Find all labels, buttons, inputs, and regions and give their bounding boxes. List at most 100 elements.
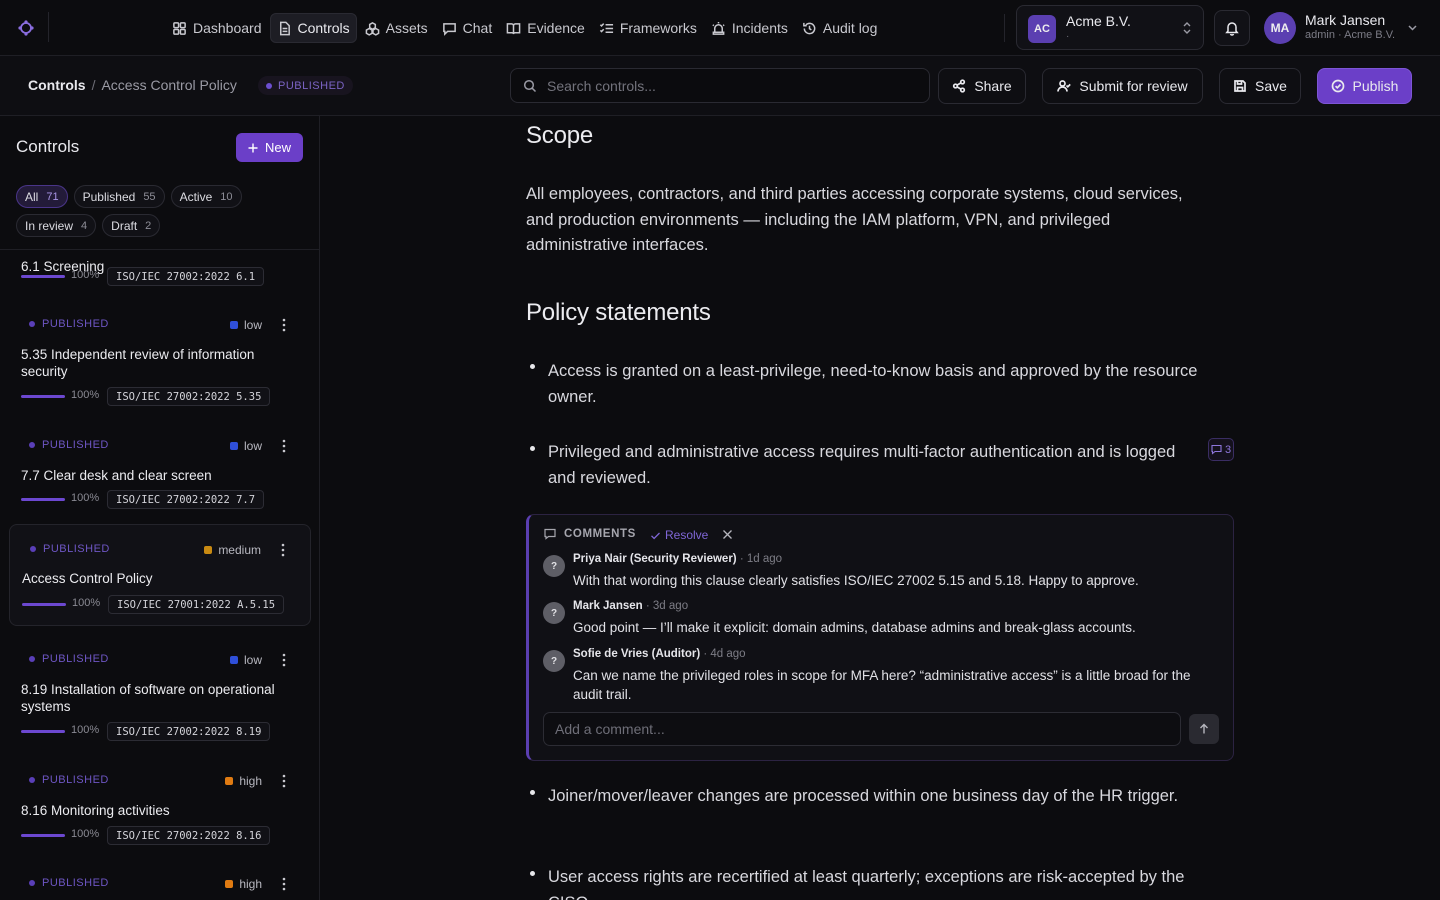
submit-for-review-button[interactable]: Submit for review (1042, 68, 1203, 104)
filter-all[interactable]: All 71 (16, 185, 68, 208)
status-label: PUBLISHED (42, 653, 109, 665)
status-dot (29, 880, 35, 886)
list-item[interactable]: PUBLISHED high (9, 860, 311, 900)
check-icon (651, 532, 660, 539)
scope-paragraph[interactable]: All employees, contractors, and third pa… (526, 182, 1206, 259)
control-title: 5.35 Independent review of information s… (21, 347, 255, 379)
document-toolbar: Controls / Access Control Policy PUBLISH… (0, 56, 1440, 116)
publish-button[interactable]: Publish (1317, 68, 1412, 104)
policy-statement[interactable]: User access rights are recertified at le… (548, 865, 1198, 900)
user-name: Mark Jansen (1305, 12, 1386, 28)
share-button[interactable]: Share (938, 68, 1026, 104)
filter-published[interactable]: Published 55 (73, 185, 165, 208)
filter-label: Draft (111, 218, 138, 233)
boxes-icon (365, 21, 379, 36)
close-icon[interactable] (722, 529, 733, 540)
send-comment-button[interactable] (1189, 714, 1219, 744)
book-icon (506, 22, 521, 34)
nav-item-incidents[interactable]: Incidents (705, 13, 794, 43)
comments-header: COMMENTS (544, 528, 636, 540)
organization-switcher[interactable]: AC Acme B.V. · (1016, 5, 1204, 50)
progress-percent: 100% (71, 492, 100, 504)
publish-label: Publish (1352, 78, 1399, 94)
resolve-label: Resolve (665, 528, 709, 542)
more-vertical-icon[interactable] (279, 318, 289, 332)
list-item[interactable]: PUBLISHED high 8.16 Monitoring activitie… (9, 757, 311, 849)
nav-item-chat[interactable]: Chat (436, 13, 499, 43)
nav-item-evidence[interactable]: Evidence (500, 13, 591, 43)
more-vertical-icon[interactable] (279, 774, 289, 788)
share-label: Share (974, 78, 1012, 94)
history-icon (803, 22, 816, 34)
notifications-button[interactable] (1214, 10, 1250, 46)
comment-count-badge[interactable]: 3 (1208, 438, 1234, 461)
severity-square (229, 656, 238, 664)
document-icon (279, 21, 290, 35)
add-comment-input[interactable] (543, 712, 1181, 746)
comment-icon (544, 528, 556, 540)
nav-item-audit-log[interactable]: Audit log (796, 13, 883, 43)
sidebar-title: Controls (16, 137, 80, 156)
dashboard-icon (173, 21, 186, 35)
filter-label: In review (25, 218, 74, 233)
status-dot (29, 656, 35, 662)
siren-icon (712, 21, 725, 35)
user-avatar[interactable]: MA (1264, 12, 1296, 44)
status-badge: PUBLISHED (29, 439, 109, 451)
list-item[interactable]: PUBLISHED low 7.7 Clear desk and clear s… (9, 422, 311, 514)
comment-count: 3 (1224, 443, 1232, 456)
more-vertical-icon[interactable] (279, 653, 289, 667)
comments-heading: COMMENTS (564, 528, 636, 540)
framework-reference: ISO/IEC 27001:2022 A.5.15 (108, 595, 285, 614)
save-button[interactable]: Save (1219, 68, 1301, 104)
filter-active[interactable]: Active 10 (170, 185, 242, 208)
nav-item-frameworks[interactable]: Frameworks (593, 13, 703, 43)
policy-statement[interactable]: Access is granted on a least-privilege, … (548, 359, 1198, 410)
plus-icon (248, 143, 258, 152)
severity-label: high (239, 877, 262, 891)
progress-bar (21, 834, 65, 837)
more-vertical-icon[interactable] (279, 877, 289, 891)
policy-statement[interactable]: Joiner/mover/leaver changes are processe… (548, 784, 1198, 810)
list-item[interactable]: PUBLISHED low 5.35 Independent review of… (9, 301, 311, 413)
list-item[interactable]: 6.1 Screening 100% ISO/IEC 27002:2022 6.… (9, 250, 311, 290)
severity-square (229, 321, 238, 329)
search-input[interactable] (547, 77, 907, 94)
status-badge: PUBLISHED (29, 877, 109, 889)
list-check-icon (599, 22, 613, 33)
breadcrumb-separator: / (91, 77, 96, 93)
org-subtitle: · (1066, 31, 1070, 42)
status-badge: PUBLISHED (30, 543, 110, 555)
breadcrumb-current: Access Control Policy (101, 77, 237, 93)
severity-square (229, 442, 238, 450)
comment-body: With that wording this clause clearly sa… (573, 573, 1139, 588)
resolve-button[interactable]: Resolve (650, 528, 708, 542)
breadcrumb-controls[interactable]: Controls (28, 77, 86, 93)
chevron-down-icon[interactable] (1406, 21, 1419, 34)
policy-statement[interactable]: Privileged and administrative access req… (548, 440, 1198, 491)
more-vertical-icon[interactable] (279, 439, 289, 453)
submit-label: Submit for review (1079, 78, 1188, 94)
nav-item-controls[interactable]: Controls (269, 13, 357, 43)
filter-count: 2 (145, 219, 152, 232)
filter-draft[interactable]: Draft 2 (102, 214, 161, 237)
nav-item-dashboard[interactable]: Dashboard (166, 13, 268, 43)
nav-divider (1004, 14, 1005, 42)
breadcrumb: Controls / Access Control Policy (28, 77, 237, 93)
controls-sidebar: Controls New All 71 Published 55 Active … (0, 116, 320, 900)
filter-in-review[interactable]: In review 4 (16, 214, 97, 237)
policy-statements-heading: Policy statements (526, 299, 711, 326)
status-badge: PUBLISHED (29, 653, 109, 665)
new-control-button[interactable]: New (236, 133, 303, 162)
list-item[interactable]: PUBLISHED low 8.19 Installation of softw… (9, 636, 311, 748)
nav-item-assets[interactable]: Assets (359, 13, 434, 43)
app-logo-icon[interactable] (17, 19, 35, 37)
list-item-selected[interactable]: PUBLISHED medium Access Control Policy 1… (9, 524, 311, 626)
more-vertical-icon[interactable] (278, 543, 288, 557)
policy-document: Scope All employees, contractors, and th… (320, 116, 1440, 900)
main-nav: Dashboard Controls Assets Chat Evidence … (166, 13, 883, 43)
save-icon (1234, 80, 1246, 92)
controls-list[interactable]: 6.1 Screening 100% ISO/IEC 27002:2022 6.… (0, 250, 319, 900)
framework-reference: ISO/IEC 27002:2022 7.7 (107, 490, 265, 509)
filter-count: 55 (143, 190, 156, 203)
